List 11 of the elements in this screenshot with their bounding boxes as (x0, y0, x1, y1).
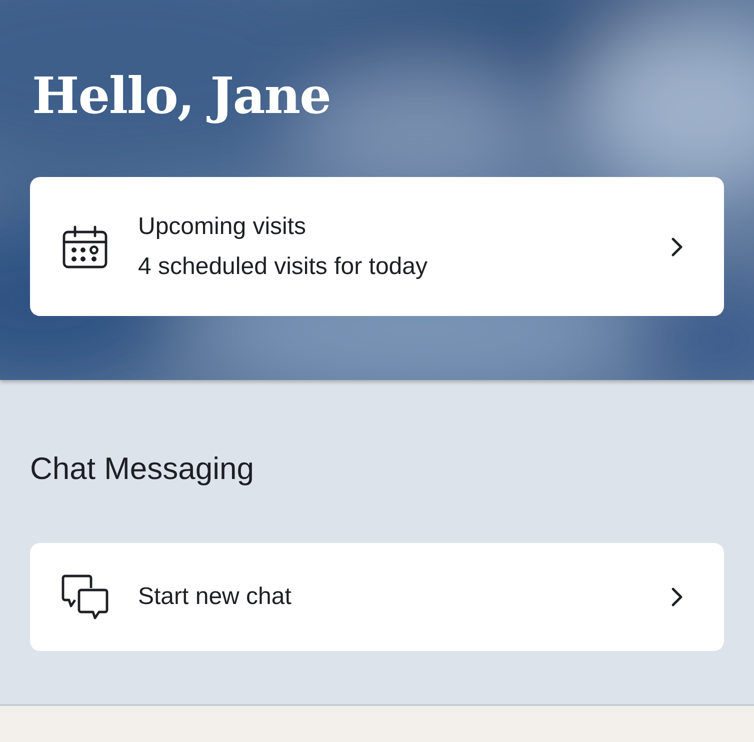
calendar-icon (62, 224, 108, 268)
chevron-right-icon (670, 236, 684, 258)
visits-card[interactable]: Upcoming visits 4 scheduled visits for today (30, 177, 724, 316)
chevron-right-icon (670, 586, 684, 608)
chat-bubbles-icon (61, 574, 109, 620)
card-subtitle: 4 scheduled visits for today (138, 252, 428, 282)
card-title: Start new chat (138, 582, 292, 612)
section-heading: Chat Messaging (30, 450, 256, 488)
chat-card[interactable]: Start new chat (30, 542, 724, 650)
card-title: Upcoming visits (138, 212, 308, 242)
greeting: Hello, Jane (32, 66, 332, 126)
